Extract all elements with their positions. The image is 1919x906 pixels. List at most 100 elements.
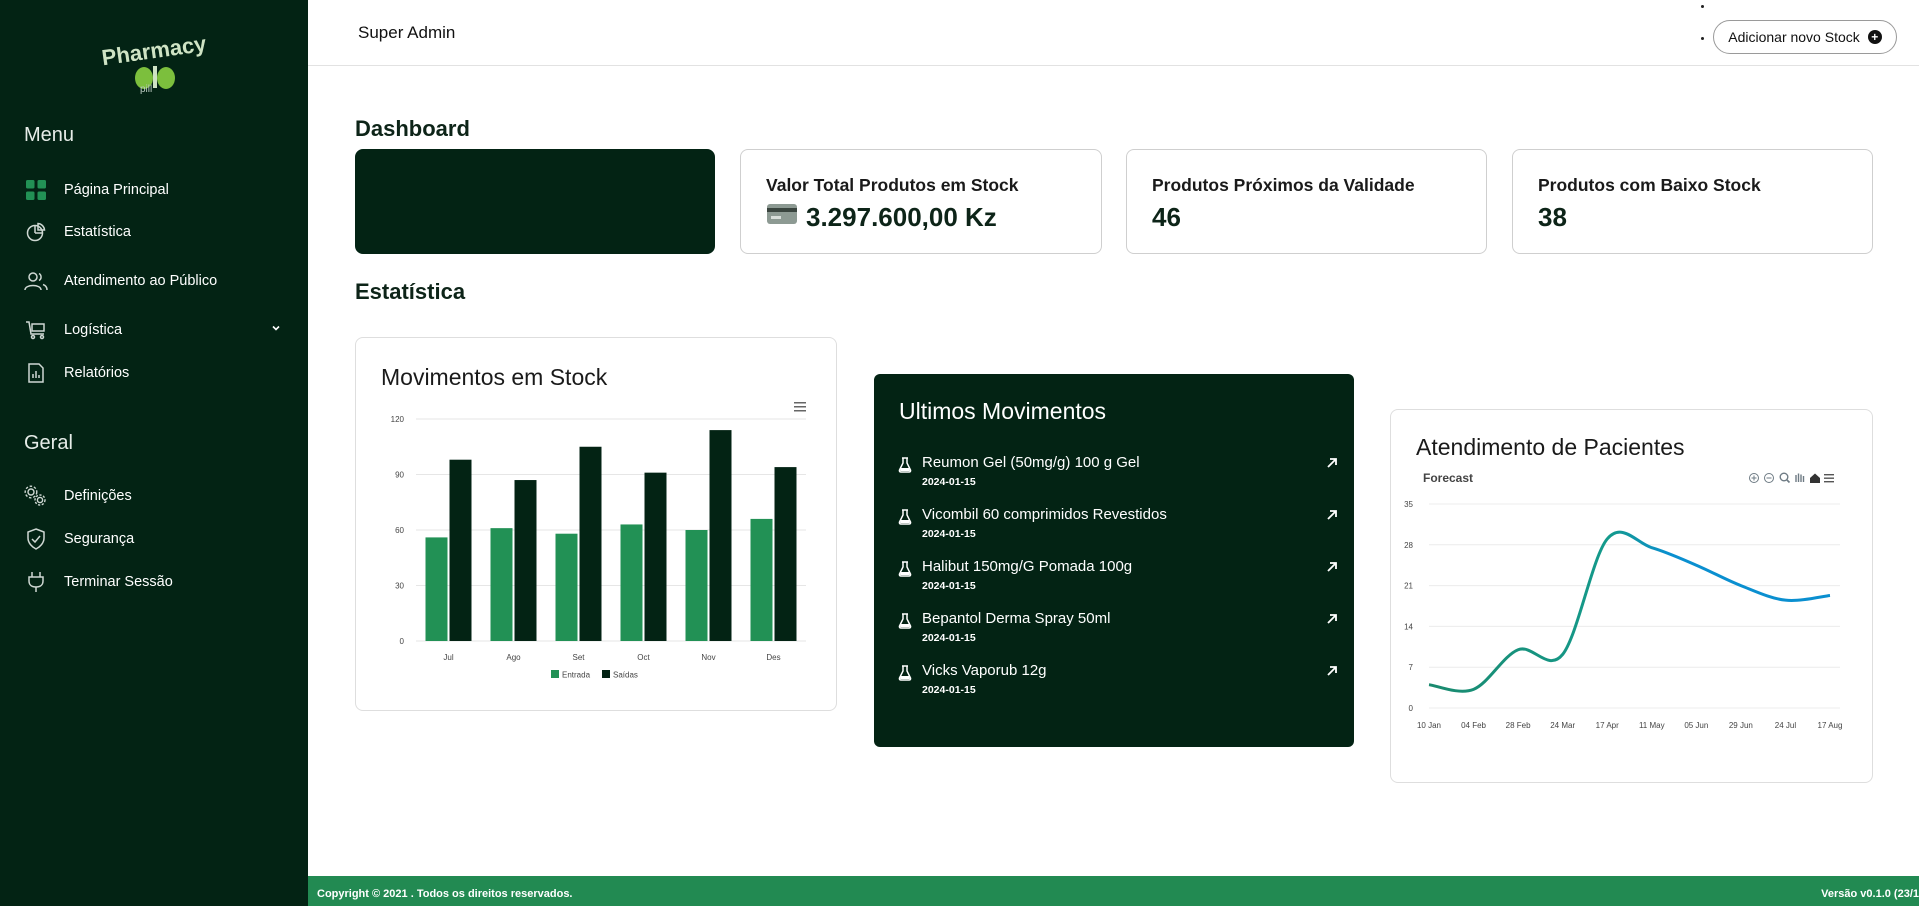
arrow-up-right-icon[interactable] [1326,508,1338,526]
shield-icon [24,527,48,551]
movement-item[interactable]: Vicks Vaporub 12g 2024-01-15 [898,662,1338,708]
sidebar-item-label: Atendimento ao Público [64,273,218,289]
sidebar-item-reports[interactable]: Relatórios [24,358,294,388]
card-value: 3.297.600,00 Kz [806,202,997,232]
bar-entrada[interactable] [620,524,643,641]
logo-subtitle: pill [140,84,153,95]
sidebar-item-home[interactable]: Página Principal [24,175,294,205]
bar-saídas[interactable] [579,446,602,641]
x-tick-label: Jul [443,653,453,662]
sidebar-item-label: Terminar Sessão [64,574,173,590]
dark-card [355,149,715,254]
y-tick-label: 0 [400,637,405,646]
dot-marker [1701,5,1704,8]
x-tick-label: 11 May [1639,721,1665,730]
bar-saídas[interactable] [709,430,732,641]
sidebar-item-statistics[interactable]: Estatística [24,217,294,247]
chevron-down-icon[interactable] [270,322,282,338]
sidebar-item-public-service[interactable]: Atendimento ao Público [24,266,294,296]
user-name[interactable]: Super Admin [358,23,455,43]
sidebar-item-security[interactable]: Segurança [24,524,294,554]
sidebar-item-settings[interactable]: Definições [24,481,294,511]
statistics-title: Estatística [355,279,466,304]
plug-icon [24,570,48,594]
bar-saídas[interactable] [449,459,472,641]
legend-swatch[interactable] [551,670,559,678]
movement-item[interactable]: Bepantol Derma Spray 50ml 2024-01-15 [898,610,1338,656]
x-tick-label: 29 Jun [1729,721,1753,730]
x-tick-label: 24 Jul [1775,721,1797,730]
search-icon[interactable] [1779,472,1791,484]
version-info: Versão v0.1.0 (23/1 [1821,888,1919,900]
movement-item[interactable]: Vicombil 60 comprimidos Revestidos 2024-0… [898,506,1338,552]
bar-entrada[interactable] [555,533,578,641]
version-text: Versão v0.1.0 (23/1 [1821,888,1919,900]
legend-swatch[interactable] [602,670,610,678]
general-heading: Geral [24,432,73,454]
patients-panel: Atendimento de Pacientes Forecast 0 7 14 21… [1390,409,1873,783]
stat-card-low-stock[interactable]: Produtos com Baixo Stock 38 [1512,149,1873,254]
sidebar-item-logout[interactable]: Terminar Sessão [24,567,294,597]
x-tick-label: Nov [701,653,715,662]
sidebar-item-logistics[interactable]: Logística [24,315,294,345]
arrow-up-right-icon[interactable] [1326,612,1338,630]
users-icon [24,269,48,293]
stat-card-stock-value[interactable]: Valor Total Produtos em Stock 3.297.600,… [740,149,1102,254]
copyright-prefix: Copyright © 2021 [317,888,408,900]
logo-wordmark: Pharmacy [100,31,208,71]
movement-item[interactable]: Halibut 150mg/G Pomada 100g 2024-01-15 [898,558,1338,604]
movement-name: Vicks Vaporub 12g [922,662,1047,679]
legend-label[interactable]: Saídas [613,671,638,680]
sidebar-item-label: Definições [64,488,132,504]
movement-item[interactable]: Reumon Gel (50mg/g) 100 g Gel 2024-01-15 [898,454,1338,500]
report-icon [24,361,48,385]
bar-entrada[interactable] [685,530,708,641]
movement-name: Bepantol Derma Spray 50ml [922,610,1111,627]
bar-saídas[interactable] [514,480,537,641]
arrow-up-right-icon[interactable] [1326,560,1338,578]
last-movements-title: Ultimos Movimentos [899,398,1107,424]
card-label: Valor Total Produtos em Stock [766,175,1019,195]
y-tick-label: 120 [391,415,405,424]
y-tick-label: 0 [1409,704,1414,713]
menu-heading: Menu [24,124,75,146]
y-tick-label: 30 [395,582,404,591]
arrow-up-right-icon[interactable] [1326,456,1338,474]
gears-icon [24,484,48,508]
legend-label[interactable]: Entrada [562,671,591,680]
x-tick-label: 17 Apr [1596,721,1619,730]
last-movements-panel: Ultimos Movimentos Reumon Gel (50mg/g) 1… [874,374,1354,747]
sidebar-item-label: Logística [64,322,123,338]
chart-menu-icon[interactable] [794,402,806,412]
y-tick-label: 21 [1404,582,1413,591]
y-tick-label: 14 [1404,622,1413,631]
x-tick-label: 24 Mar [1550,721,1575,730]
pie-chart-icon [24,220,48,244]
y-tick-label: 7 [1409,663,1414,672]
bar-entrada[interactable] [425,537,448,641]
flask-icon [898,561,912,582]
menu-icon[interactable] [1824,474,1834,483]
x-tick-label: Ago [506,653,521,662]
bar-saídas[interactable] [774,467,797,641]
bar-saídas[interactable] [644,472,667,641]
arrow-up-right-icon[interactable] [1326,664,1338,682]
card-label: Produtos Próximos da Validade [1152,175,1415,195]
movement-date: 2024-01-15 [922,580,976,592]
card-label: Produtos com Baixo Stock [1538,175,1761,195]
card-value: 38 [1538,202,1567,232]
movement-date: 2024-01-15 [922,684,976,696]
pan-hand-icon[interactable] [1795,473,1805,483]
bar-entrada[interactable] [750,518,773,641]
sidebar-item-label: Estatística [64,224,131,240]
zoom-in-icon[interactable] [1749,473,1759,483]
x-tick-label: 10 Jan [1417,721,1441,730]
stat-card-expiring[interactable]: Produtos Próximos da Validade 46 [1126,149,1487,254]
sidebar-item-label: Página Principal [64,182,169,198]
home-icon[interactable] [1810,473,1820,484]
zoom-out-icon[interactable] [1764,473,1774,483]
bar-entrada[interactable] [490,528,513,641]
flask-icon [898,613,912,634]
pharmacy-logo[interactable]: Pharmacy [100,18,210,98]
add-stock-button[interactable]: Adicionar novo Stock + [1713,20,1897,54]
